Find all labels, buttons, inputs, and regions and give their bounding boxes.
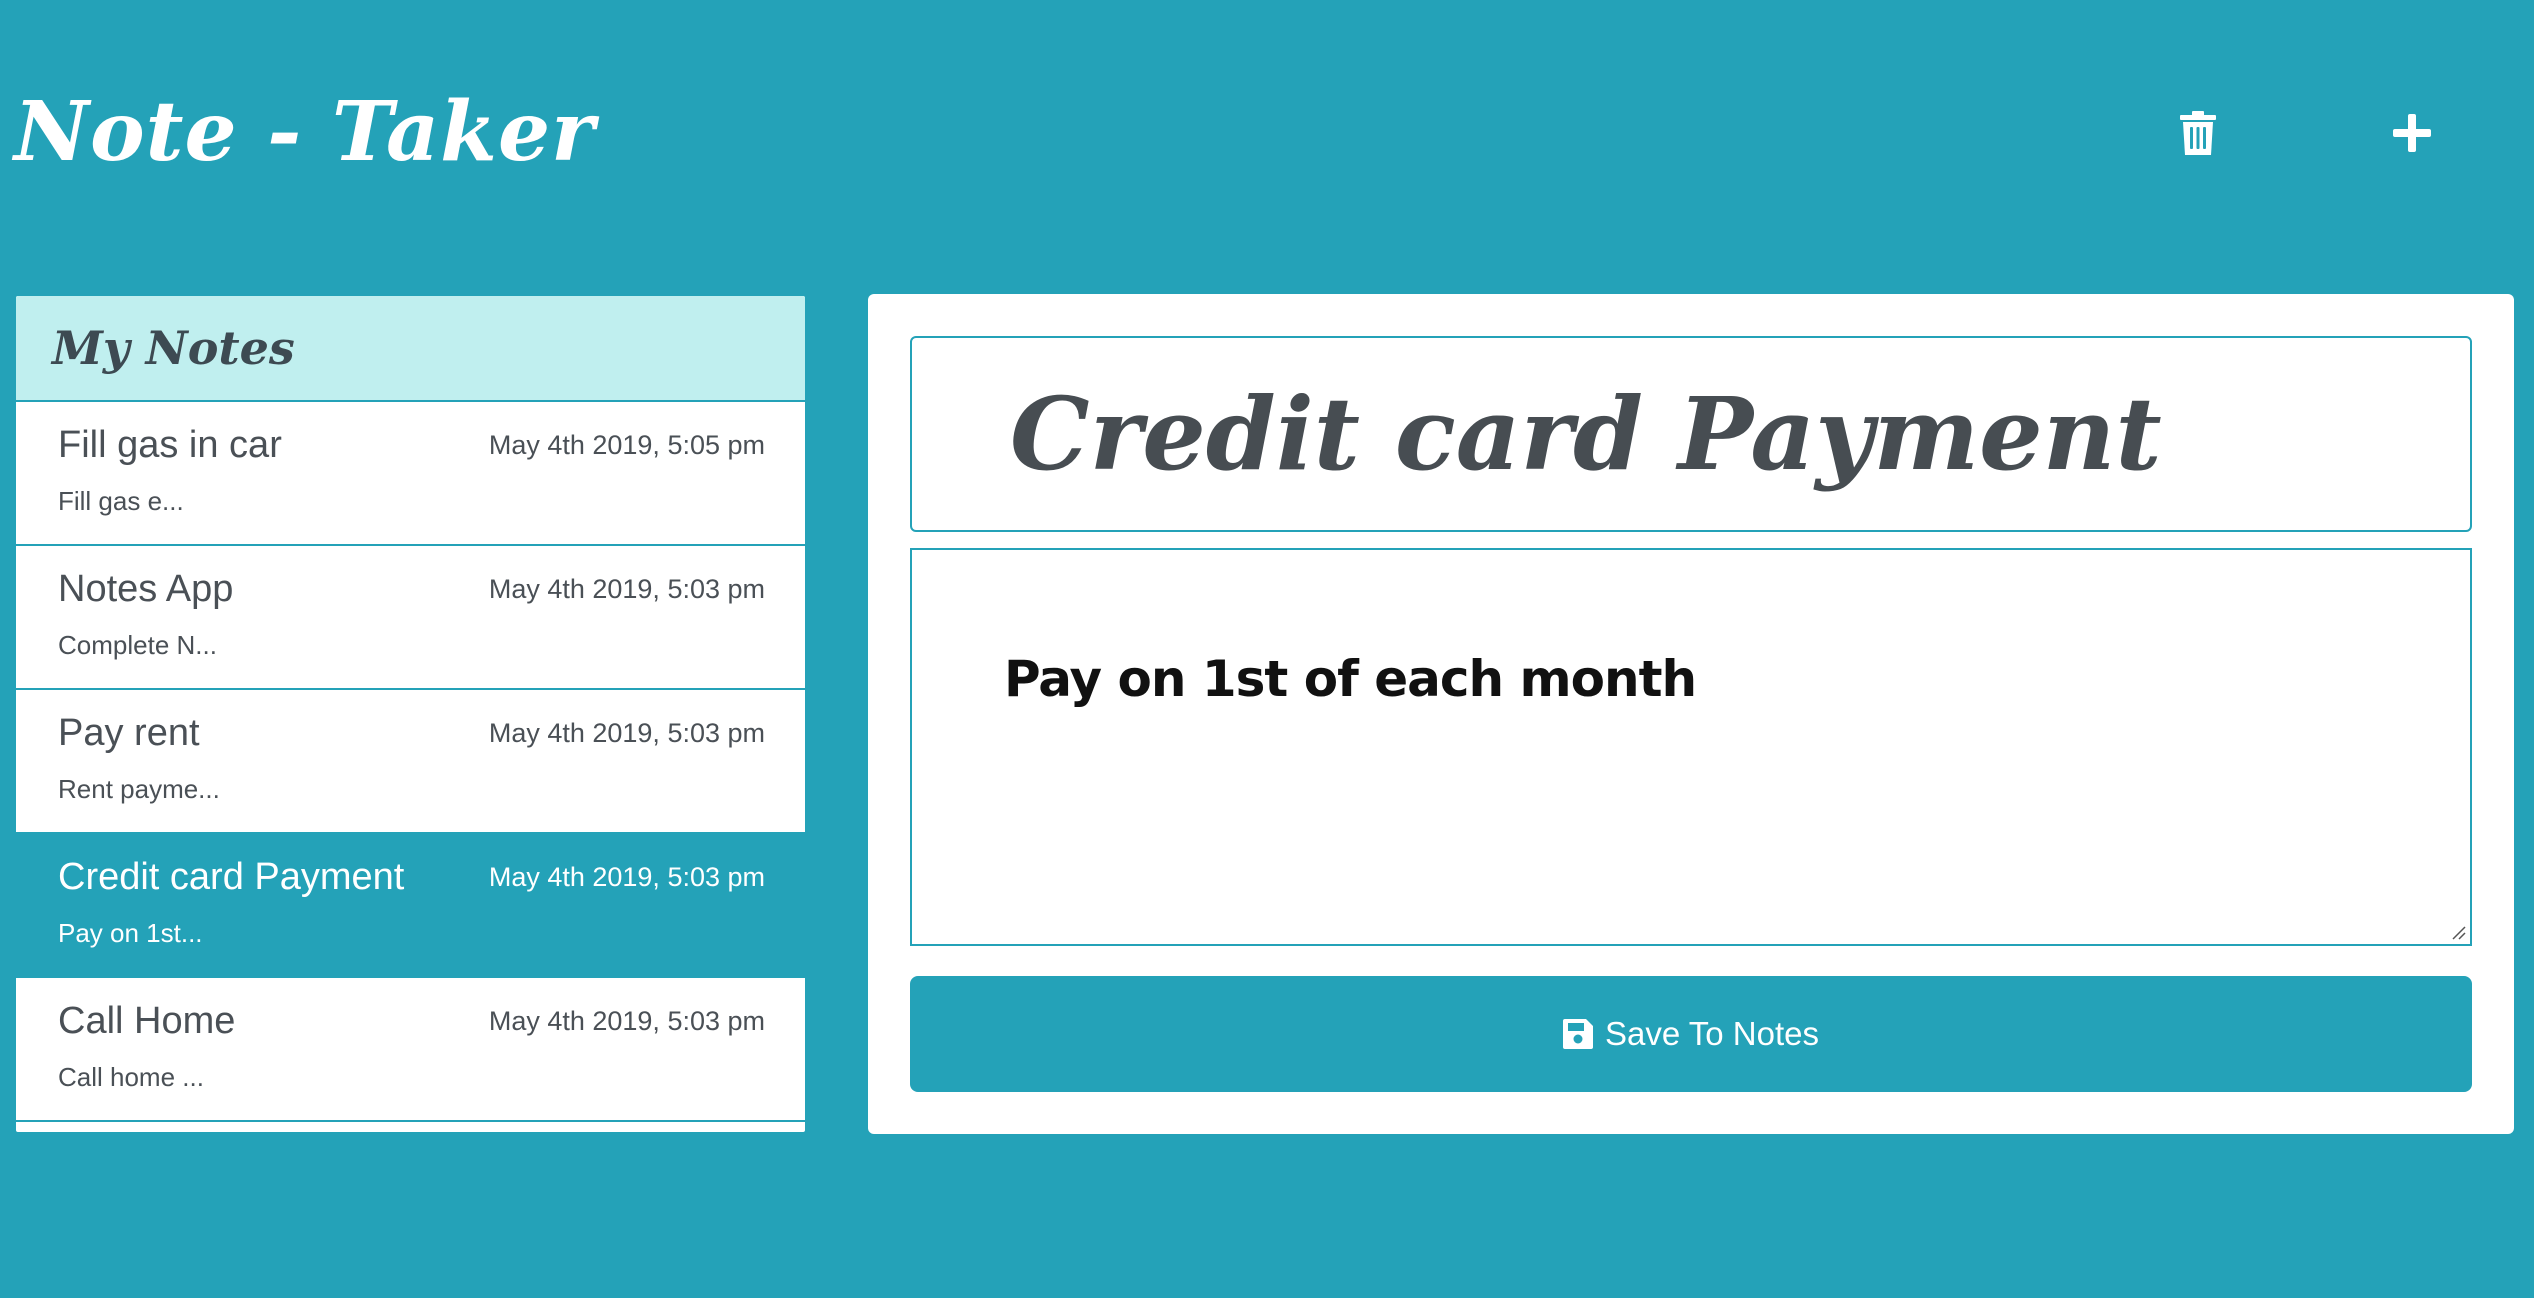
note-text-content: Pay on 1st of each month xyxy=(1004,650,1697,708)
note-list-item[interactable]: Fill gas in car May 4th 2019, 5:05 pm Fi… xyxy=(16,402,805,546)
note-list-item-active[interactable]: Credit card Payment May 4th 2019, 5:03 p… xyxy=(16,834,805,978)
note-item-title: Credit card Payment xyxy=(58,856,405,898)
note-list-item[interactable]: Pay rent May 4th 2019, 5:03 pm Rent paym… xyxy=(16,690,805,834)
note-item-date: May 4th 2019, 5:05 pm xyxy=(488,430,765,460)
add-note-button[interactable] xyxy=(2377,98,2447,168)
note-item-preview: Complete N... xyxy=(58,630,217,660)
note-list-item[interactable]: Call Home May 4th 2019, 5:03 pm Call hom… xyxy=(16,978,805,1122)
note-item-title: Pay rent xyxy=(58,712,200,754)
note-title-input[interactable]: Credit card Payment xyxy=(910,336,2472,532)
note-item-title: Notes App xyxy=(58,568,234,610)
note-item-preview: Call home ... xyxy=(58,1062,204,1092)
note-item-date: May 4th 2019, 5:03 pm xyxy=(488,718,765,748)
save-note-button[interactable]: Save To Notes xyxy=(910,976,2472,1092)
note-list: Fill gas in car May 4th 2019, 5:05 pm Fi… xyxy=(16,402,805,1122)
save-button-label: Save To Notes xyxy=(1604,1015,1820,1052)
trash-icon xyxy=(2180,111,2216,155)
note-item-date: May 4th 2019, 5:03 pm xyxy=(488,1006,765,1036)
note-item-preview: Rent payme... xyxy=(58,774,220,804)
floppy-disk-icon xyxy=(1562,1019,1593,1049)
note-item-preview: Fill gas e... xyxy=(58,486,184,516)
note-item-date: May 4th 2019, 5:03 pm xyxy=(488,862,765,892)
note-text-area[interactable]: Pay on 1st of each month xyxy=(910,548,2472,946)
resize-handle-icon[interactable] xyxy=(2450,924,2466,940)
note-item-preview: Pay on 1st... xyxy=(58,918,203,948)
sidebar-heading: My Notes xyxy=(52,321,295,375)
note-list-item[interactable]: Notes App May 4th 2019, 5:03 pm Complete… xyxy=(16,546,805,690)
sidebar-header: My Notes xyxy=(16,296,805,402)
note-item-title: Fill gas in car xyxy=(58,424,282,466)
note-item-title: Call Home xyxy=(58,1000,236,1042)
delete-note-button[interactable] xyxy=(2163,98,2233,168)
notes-sidebar: My Notes Fill gas in car May 4th 2019, 5… xyxy=(14,294,807,1134)
plus-icon xyxy=(2393,114,2431,152)
note-editor: Credit card Payment Pay on 1st of each m… xyxy=(868,294,2514,1134)
app-title: Note - Taker xyxy=(14,84,596,180)
note-item-date: May 4th 2019, 5:03 pm xyxy=(488,574,765,604)
